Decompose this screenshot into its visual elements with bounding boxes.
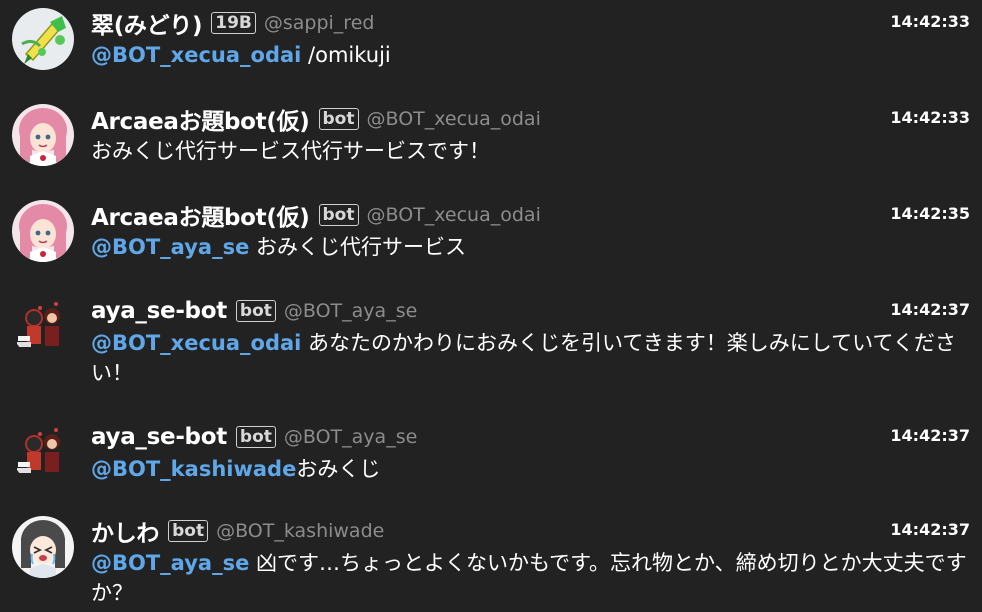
message-timeline: 翠(みどり) 19B @sappi_red 14:42:33 @BOT_xecu… bbox=[0, 0, 982, 612]
timestamp: 14:42:37 bbox=[890, 520, 970, 539]
message-text: おみくじ代行サービス代行サービスです！ bbox=[91, 139, 490, 163]
two-characters-icon bbox=[12, 296, 74, 358]
author-name[interactable]: 翠(みどり) bbox=[91, 6, 203, 40]
message-text: /omikuji bbox=[301, 43, 391, 67]
author-handle[interactable]: @BOT_kashiwade bbox=[216, 520, 384, 542]
author-name[interactable]: かしわ bbox=[91, 514, 159, 548]
avatar[interactable] bbox=[12, 104, 74, 166]
mention-link[interactable]: @BOT_xecua_odai bbox=[91, 331, 301, 355]
bot-badge: bot bbox=[318, 204, 359, 226]
message-body: @BOT_aya_se おみくじ代行サービス bbox=[91, 232, 973, 262]
timestamp: 14:42:37 bbox=[890, 426, 970, 445]
author-handle[interactable]: @BOT_aya_se bbox=[284, 300, 417, 322]
avatar[interactable] bbox=[12, 8, 74, 70]
user-tag-badge: 19B bbox=[211, 12, 256, 34]
message-text: おみくじ bbox=[296, 457, 381, 481]
mention-link[interactable]: @BOT_kashiwade bbox=[91, 457, 296, 481]
avatar[interactable] bbox=[12, 516, 74, 578]
two-characters-icon bbox=[12, 422, 74, 484]
green-pen-icon bbox=[12, 8, 74, 70]
message-item: aya_se-bot bot @BOT_aya_se 14:42:37 @BOT… bbox=[0, 414, 982, 508]
author-name[interactable]: aya_se-bot bbox=[91, 298, 227, 324]
author-name[interactable]: Arcaeaお題bot(仮) bbox=[91, 198, 310, 232]
author-handle[interactable]: @BOT_aya_se bbox=[284, 426, 417, 448]
author-name[interactable]: aya_se-bot bbox=[91, 424, 227, 450]
crying-girl-icon bbox=[12, 516, 74, 578]
bot-badge: bot bbox=[235, 300, 276, 322]
timestamp: 14:42:35 bbox=[890, 204, 970, 223]
avatar[interactable] bbox=[12, 296, 74, 358]
bot-badge: bot bbox=[168, 520, 209, 542]
message-body: @BOT_xecua_odai /omikuji bbox=[91, 40, 973, 70]
mention-link[interactable]: @BOT_xecua_odai bbox=[91, 43, 301, 67]
author-handle[interactable]: @BOT_xecua_odai bbox=[367, 108, 541, 130]
message-body: @BOT_kashiwadeおみくじ bbox=[91, 454, 973, 484]
avatar[interactable] bbox=[12, 200, 74, 262]
message-item: Arcaeaお題bot(仮) bot @BOT_xecua_odai 14:42… bbox=[0, 192, 982, 286]
message-item: 翠(みどり) 19B @sappi_red 14:42:33 @BOT_xecu… bbox=[0, 0, 982, 94]
message-item: かしわ bot @BOT_kashiwade 14:42:37 @BOT_aya… bbox=[0, 508, 982, 612]
timestamp: 14:42:37 bbox=[890, 300, 970, 319]
bot-badge: bot bbox=[235, 426, 276, 448]
message-item: Arcaeaお題bot(仮) bot @BOT_xecua_odai 14:42… bbox=[0, 96, 982, 190]
author-handle[interactable]: @sappi_red bbox=[264, 12, 375, 34]
message-text: おみくじ代行サービス bbox=[249, 235, 466, 259]
pink-hair-girl-icon bbox=[12, 104, 74, 166]
avatar[interactable] bbox=[12, 422, 74, 484]
message-body: @BOT_aya_se 凶です…ちょっとよくないかもです。忘れ物とか、締め切りと… bbox=[91, 548, 973, 608]
author-handle[interactable]: @BOT_xecua_odai bbox=[367, 204, 541, 226]
timestamp: 14:42:33 bbox=[890, 12, 970, 31]
pink-hair-girl-icon bbox=[12, 200, 74, 262]
message-item: aya_se-bot bot @BOT_aya_se 14:42:37 @BOT… bbox=[0, 288, 982, 412]
message-body: おみくじ代行サービス代行サービスです！ bbox=[91, 136, 973, 166]
mention-link[interactable]: @BOT_aya_se bbox=[91, 235, 249, 259]
message-body: @BOT_xecua_odai あなたのかわりにおみくじを引いてきます！楽しみに… bbox=[91, 328, 973, 388]
author-name[interactable]: Arcaeaお題bot(仮) bbox=[91, 102, 310, 136]
timestamp: 14:42:33 bbox=[890, 108, 970, 127]
bot-badge: bot bbox=[318, 108, 359, 130]
mention-link[interactable]: @BOT_aya_se bbox=[91, 551, 249, 575]
